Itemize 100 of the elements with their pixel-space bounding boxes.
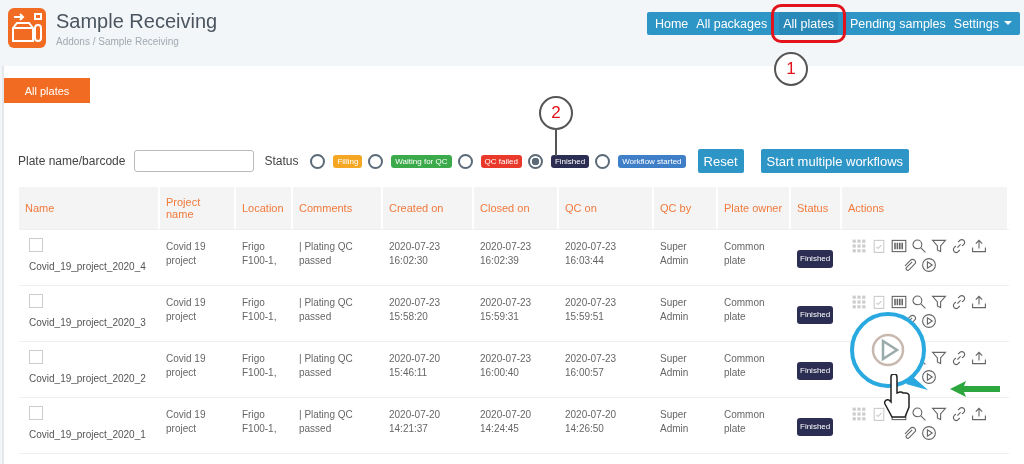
nav-link[interactable]: Pending samples <box>845 12 950 35</box>
column-header: Project name <box>160 187 236 229</box>
project-cell: Covid 19 project <box>166 353 206 378</box>
checkbox[interactable] <box>29 406 43 420</box>
field-label: Plate name/barcode <box>18 154 126 168</box>
comment-cell: | Plating QC passed <box>299 409 353 434</box>
date-cell: 2020-07-23 15:58:20 <box>389 297 441 322</box>
comment-cell: | Plating QC passed <box>299 353 353 378</box>
column-header: Closed on <box>474 187 559 229</box>
date-cell: 2020-07-23 16:02:30 <box>389 241 441 266</box>
user-cell: Super Admin <box>660 353 689 378</box>
search-icon[interactable] <box>910 406 927 422</box>
radio-button[interactable] <box>457 153 473 169</box>
status-badge: Finished <box>797 250 834 268</box>
location-cell: Frigo F100-1, <box>242 409 277 434</box>
barcode-icon[interactable] <box>890 238 907 254</box>
nav-link[interactable]: All packages <box>692 12 772 35</box>
play-icon[interactable] <box>920 369 937 385</box>
checkbox[interactable] <box>29 350 43 364</box>
comment-cell: | Plating QC passed <box>299 241 353 266</box>
date-cell: 2020-07-23 15:59:51 <box>565 297 617 322</box>
column-header: QC by <box>654 187 718 229</box>
location-cell: Frigo F100-1, <box>242 241 277 266</box>
column-header: QC on <box>559 187 654 229</box>
search-icon[interactable] <box>910 294 927 310</box>
link-icon[interactable] <box>950 294 967 310</box>
comment-cell: | Plating QC passed <box>299 297 353 322</box>
filter-icon[interactable] <box>930 294 947 310</box>
upload-icon[interactable] <box>970 406 987 422</box>
status-badge: Finished <box>797 418 834 436</box>
link-icon[interactable] <box>950 350 967 366</box>
name-cell: Covid_19_project_2020_4 <box>29 260 146 274</box>
date-cell: 2020-07-23 16:02:39 <box>480 241 532 266</box>
project-cell: Covid 19 project <box>166 409 206 434</box>
date-cell: 2020-07-23 16:00:57 <box>565 353 617 378</box>
date-cell: 2020-07-20 14:21:37 <box>389 409 441 434</box>
user-cell: Super Admin <box>660 409 689 434</box>
start-button[interactable]: Start multiple workflows <box>760 149 910 173</box>
play-icon[interactable] <box>920 257 937 273</box>
radio-button[interactable] <box>368 153 384 169</box>
radio-button[interactable] <box>310 153 326 169</box>
column-header: Comments <box>293 187 383 229</box>
checkbox[interactable] <box>29 294 43 308</box>
column-header: Actions <box>842 187 1009 229</box>
column-header: Name <box>19 187 160 229</box>
column-header: Status <box>791 187 842 229</box>
play-icon[interactable] <box>920 425 937 441</box>
nav-link[interactable]: Settings <box>949 12 1016 35</box>
date-cell: 2020-07-20 14:26:50 <box>565 409 617 434</box>
filter-icon[interactable] <box>930 350 947 366</box>
hand-cursor-icon <box>882 374 912 420</box>
step-marker: 1 <box>774 52 808 86</box>
status-badge: Workflow started <box>618 154 686 168</box>
owner-cell: Common plate <box>724 297 765 322</box>
barcode-icon[interactable] <box>890 294 907 310</box>
date-cell: 2020-07-23 15:59:31 <box>480 297 532 322</box>
status-badge: Finished <box>550 154 590 168</box>
name-cell: Covid_19_project_2020_3 <box>29 316 146 330</box>
location-cell: Frigo F100-1, <box>242 353 277 378</box>
reset-button[interactable]: Reset <box>697 149 744 173</box>
arrow-icon <box>950 381 1000 397</box>
filter-icon[interactable] <box>930 406 947 422</box>
upload-icon[interactable] <box>970 294 987 310</box>
checkbox[interactable] <box>29 238 43 252</box>
radio-button[interactable] <box>595 153 611 169</box>
column-header: Plate owner <box>718 187 791 229</box>
app-logo-icon <box>8 8 46 48</box>
user-cell: Super Admin <box>660 297 689 322</box>
page-title: Sample Receiving <box>56 10 218 33</box>
owner-cell: Common plate <box>724 241 765 266</box>
location-cell: Frigo F100-1, <box>242 297 277 322</box>
project-cell: Covid 19 project <box>166 297 206 322</box>
input-field[interactable] <box>134 150 255 172</box>
status-badge: Finished <box>797 362 834 380</box>
status-badge: QC failed <box>480 154 522 168</box>
name-cell: Covid_19_project_2020_2 <box>29 372 146 386</box>
user-cell: Super Admin <box>660 241 689 266</box>
owner-cell: Common plate <box>724 409 765 434</box>
status-badge: Waiting for QC <box>391 154 452 168</box>
radio-button[interactable] <box>527 153 543 169</box>
field-label: Status <box>264 154 299 168</box>
project-cell: Covid 19 project <box>166 241 206 266</box>
search-icon[interactable] <box>910 238 927 254</box>
date-cell: 2020-07-20 14:24:45 <box>480 409 532 434</box>
tab[interactable]: All plates <box>4 78 90 103</box>
column-header: Created on <box>383 187 474 229</box>
date-cell: 2020-07-20 15:46:11 <box>389 353 441 378</box>
filter-icon[interactable] <box>930 238 947 254</box>
date-cell: 2020-07-23 16:03:44 <box>565 241 617 266</box>
upload-icon[interactable] <box>970 238 987 254</box>
date-cell: 2020-07-23 16:00:40 <box>480 353 532 378</box>
status-badge: Finished <box>797 306 834 324</box>
link-icon[interactable] <box>950 406 967 422</box>
play-icon[interactable] <box>920 313 937 329</box>
link-icon[interactable] <box>950 238 967 254</box>
breadcrumb: Addons / Sample Receiving <box>56 36 180 47</box>
upload-icon[interactable] <box>970 350 987 366</box>
status-badge: Filling <box>333 154 363 168</box>
nav-link[interactable]: Home <box>650 12 693 35</box>
name-cell: Covid_19_project_2020_1 <box>29 428 146 442</box>
